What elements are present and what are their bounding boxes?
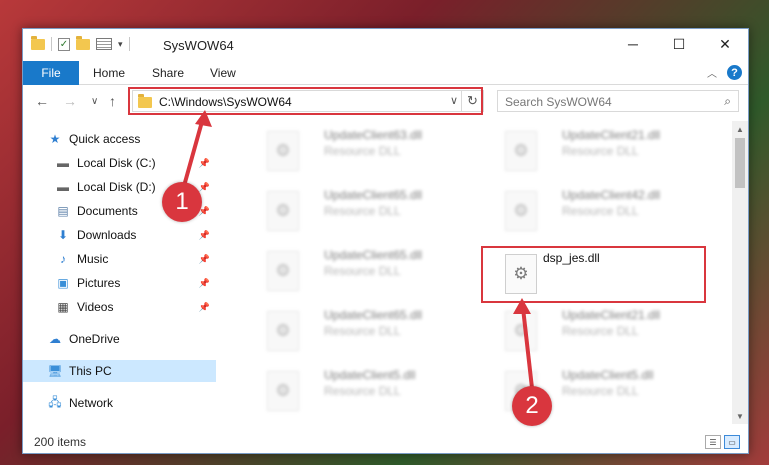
step-badge-1: 1: [162, 182, 202, 222]
arrow-2-head: [513, 298, 531, 314]
arrow-1-head: [195, 110, 212, 127]
arrow-2-line: [521, 307, 534, 389]
annotation-arrows: [182, 110, 534, 389]
arrow-1-line: [182, 117, 205, 187]
step-badge-2: 2: [512, 386, 552, 426]
